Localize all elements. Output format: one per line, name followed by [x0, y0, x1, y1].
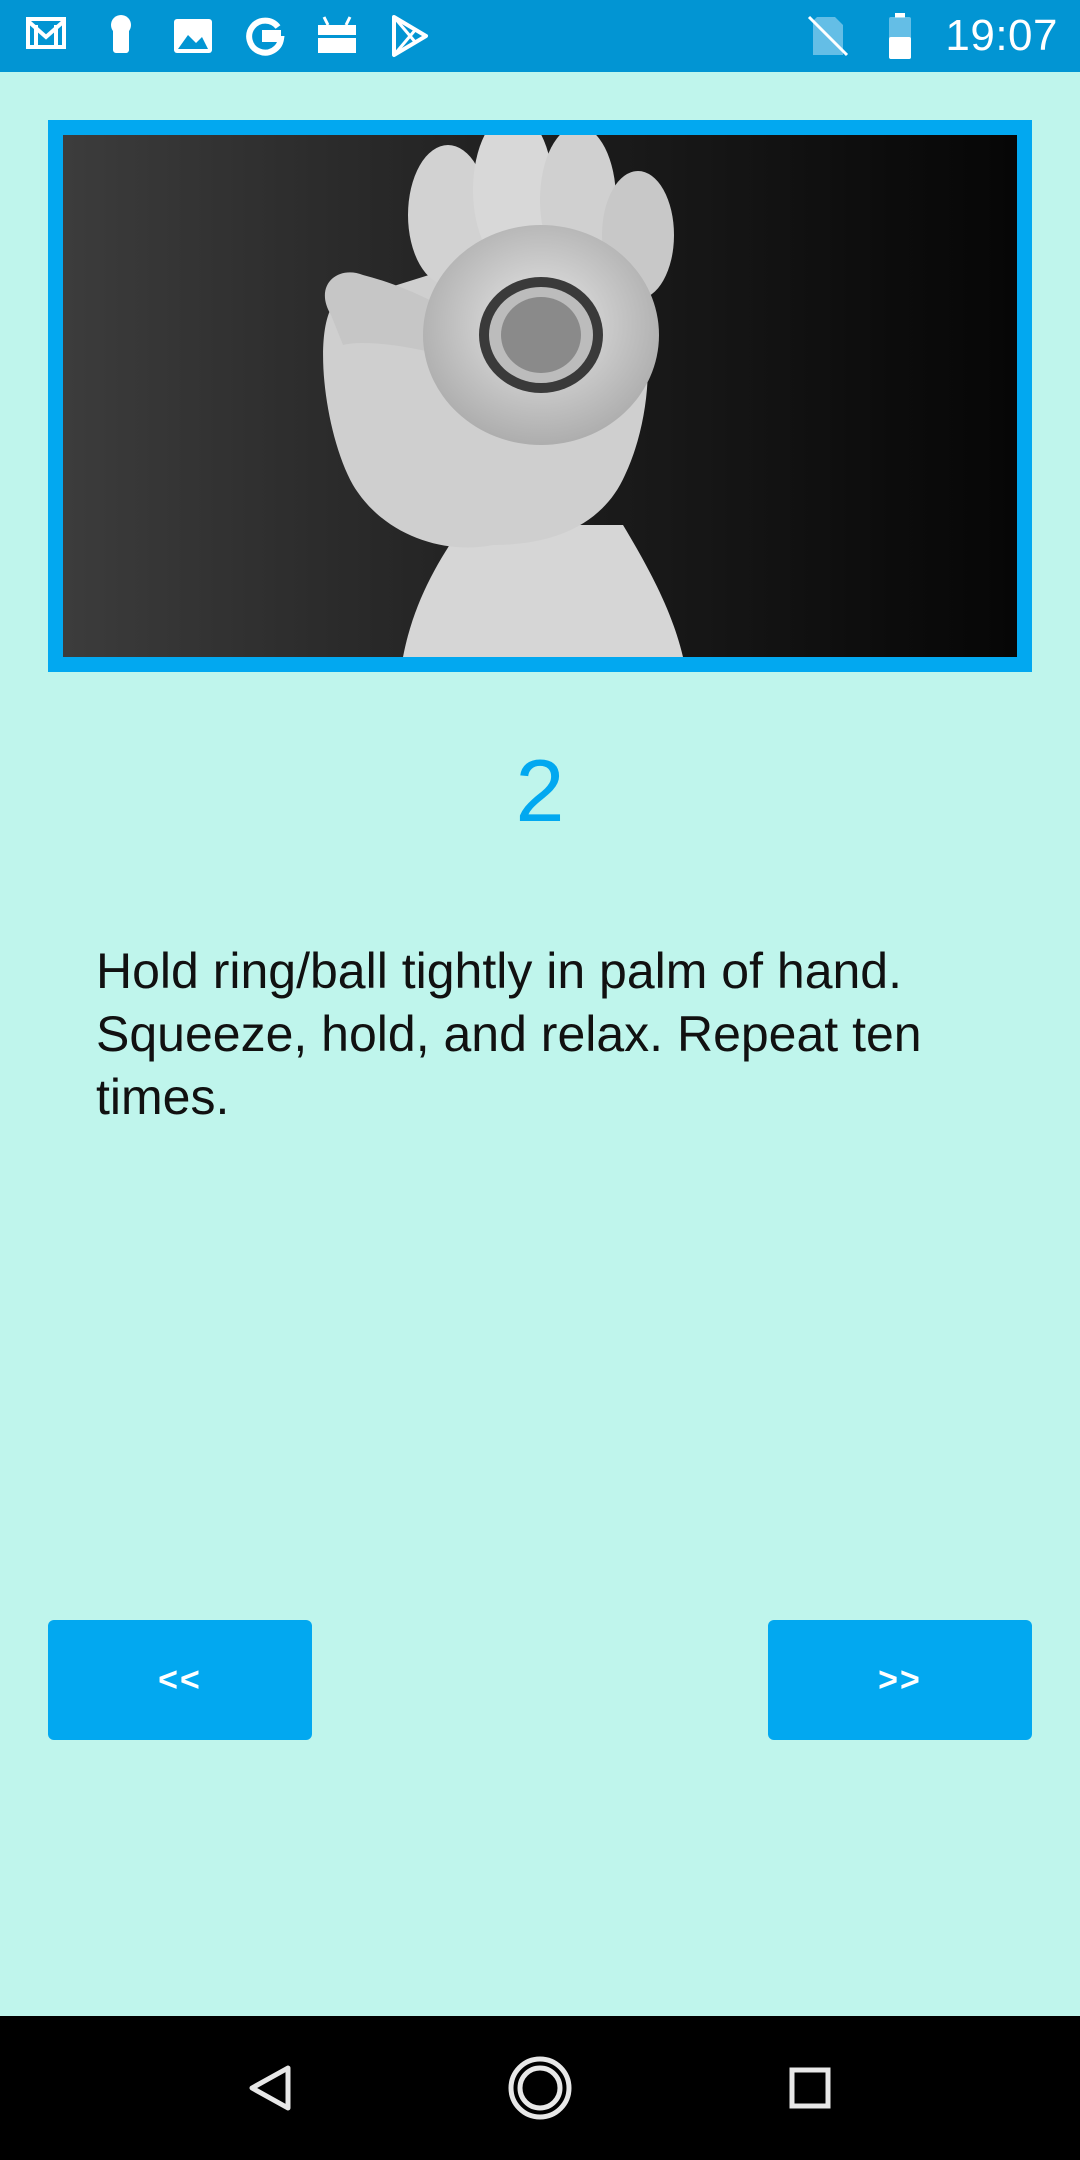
android-icon [310, 9, 364, 63]
back-icon[interactable] [234, 2052, 306, 2124]
no-sim-icon [801, 9, 855, 63]
system-navigation-bar [0, 2016, 1080, 2160]
home-icon[interactable] [504, 2052, 576, 2124]
previous-button[interactable]: << [48, 1620, 312, 1740]
image-icon [166, 9, 220, 63]
status-clock: 19:07 [945, 11, 1058, 60]
gmail-icon [22, 9, 76, 63]
keyhole-icon [94, 9, 148, 63]
exercise-instruction: Hold ring/ball tightly in palm of hand. … [96, 943, 922, 1125]
google-icon [238, 9, 292, 63]
step-number: 2 [515, 741, 565, 840]
play-store-icon [382, 9, 436, 63]
system-status: 19:07 [801, 8, 1058, 64]
next-button[interactable]: >> [768, 1620, 1032, 1740]
recents-icon[interactable] [774, 2052, 846, 2124]
exercise-image [48, 120, 1032, 672]
battery-icon [873, 9, 927, 63]
hand-squeezing-ring-photo [63, 135, 1017, 657]
status-bar: 19:07 [0, 0, 1080, 72]
notification-icons [22, 8, 436, 64]
